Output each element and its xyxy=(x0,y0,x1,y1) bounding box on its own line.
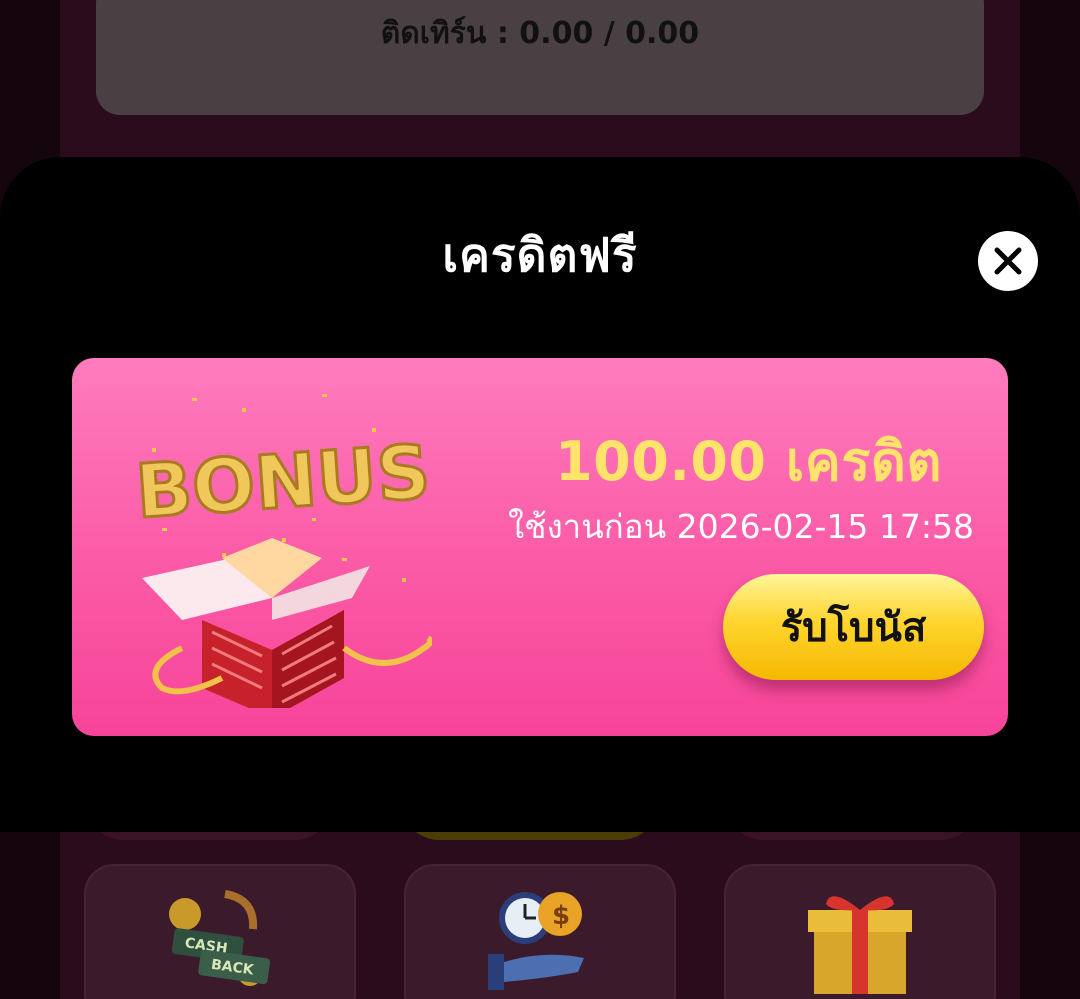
credit-amount: 100.00 เครดิต xyxy=(555,430,942,493)
svg-text:$: $ xyxy=(552,901,570,931)
close-button[interactable] xyxy=(978,231,1038,291)
bonus-art-text: BONUS xyxy=(133,429,432,535)
menu-tile-time-money[interactable]: $ xyxy=(404,864,676,999)
menu-tile-gift[interactable] xyxy=(724,864,996,999)
gift-box-icon xyxy=(808,896,912,994)
bonus-gift-box-icon: BONUS xyxy=(131,394,432,708)
expiry-date: ใช้งานก่อน 2026-02-15 17:58 xyxy=(508,507,974,546)
cashback-icon: CASH BACK xyxy=(169,890,271,986)
modal-title: เครดิตฟรี xyxy=(442,228,638,282)
claim-bonus-label: รับโบนัส xyxy=(780,605,927,651)
turnover-card: ติดเทิร์น : 0.00 / 0.00 xyxy=(96,0,984,115)
claim-bonus-button[interactable]: รับโบนัส xyxy=(723,574,984,680)
free-credit-modal: เครดิตฟรี BONUS 100.00 เครดิต ใช้งานก่อน… xyxy=(0,157,1080,832)
turnover-text: ติดเทิร์น : 0.00 / 0.00 xyxy=(380,16,700,51)
clock-money-icon: $ xyxy=(488,892,584,990)
bonus-card: BONUS 100.00 เครดิต ใช้งานก่อน 2026-02-1… xyxy=(72,358,1008,736)
menu-tile-cashback[interactable]: CASH BACK xyxy=(84,864,356,999)
close-icon xyxy=(994,247,1022,275)
